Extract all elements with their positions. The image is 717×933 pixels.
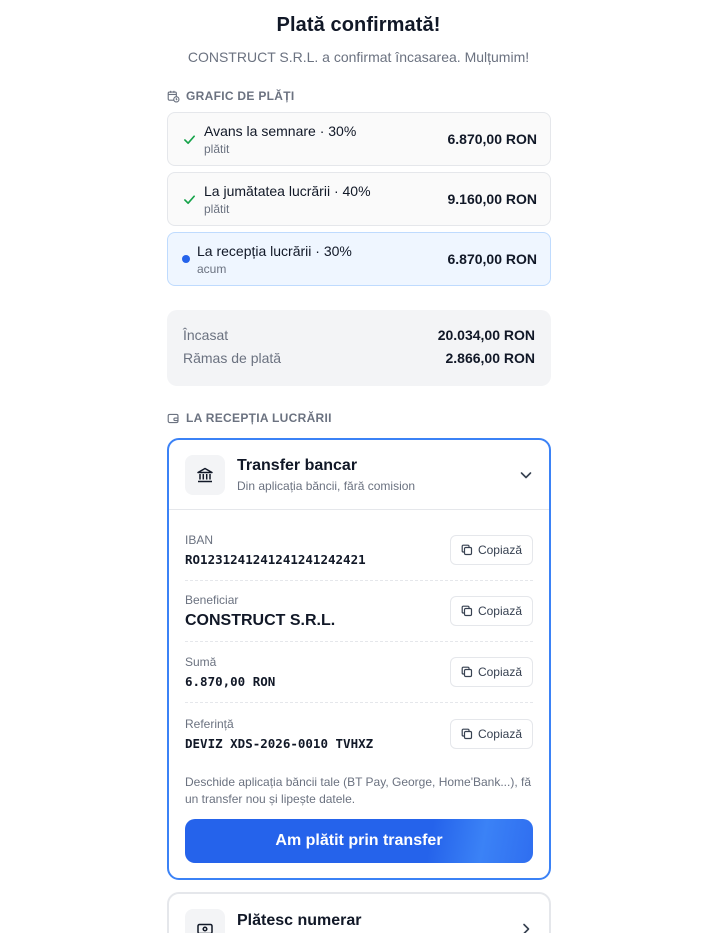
schedule-item-status: acum [197,261,227,276]
schedule-item-amount: 6.870,00 RON [447,131,538,147]
transfer-instructions: Deschide aplicația băncii tale (BT Pay, … [185,775,532,806]
schedule-item-advance: Avans la semnare · 30% plătit 6.870,00 R… [167,112,551,166]
schedule-item-status: plătit [204,141,230,156]
schedule-item-reception: La recepția lucrării · 30% acum 6.870,00… [167,232,551,286]
copy-beneficiary-button[interactable]: Copiază [449,596,533,626]
bank-transfer-card: Transfer bancar Din aplicația băncii, fă… [167,438,551,880]
remaining-value: 2.866,00 RON [445,350,536,366]
copy-iban-button[interactable]: Copiază [449,535,533,565]
copy-label: Copiază [477,543,522,557]
check-icon [181,133,197,146]
beneficiary-value: CONSTRUCT S.R.L. [185,611,336,629]
collected-label: Încasat [183,327,229,343]
amount-label: Sumă [185,655,217,669]
schedule-item-amount: 9.160,00 RON [447,191,538,207]
schedule-section-title: GRAFIC DE PLĂȚI [186,89,295,103]
copy-label: Copiază [477,726,522,741]
schedule-item-label: Avans la semnare · 30% [204,122,357,139]
cash-payment-card[interactable]: Plătesc numerar [167,892,551,933]
banknote-icon [185,909,225,933]
beneficiary-label: Beneficiar [185,592,239,607]
amount-row: Sumă 6.870,00 RON Copiază [185,642,533,703]
payment-section-title: LA RECEPȚIA LUCRĂRII [186,411,332,425]
bank-transfer-title: Transfer bancar [237,456,358,474]
paid-by-transfer-button[interactable]: Am plătit prin transfer [185,819,533,863]
reference-row: Referință DEVIZ XDS-2026-0010 TVHXZ Copi… [185,703,533,764]
copy-label: Copiază [477,604,522,618]
check-icon [181,193,197,206]
payment-section-label: LA RECEPȚIA LUCRĂRII [167,411,332,425]
reference-label: Referință [185,716,234,731]
copy-icon [461,728,473,739]
schedule-item-label: La recepția lucrării · 30% [197,242,352,259]
confirmation-header: Plată confirmată! CONSTRUCT S.R.L. a con… [0,14,717,65]
bank-details: IBAN RO1231241241241241242421 Copiază Be… [169,520,549,764]
page-subtitle: CONSTRUCT S.R.L. a confirmat încasarea. … [187,49,530,65]
copy-icon [461,666,473,678]
chevron-right-icon[interactable] [519,922,533,933]
copy-icon [461,605,473,617]
cash-payment-title: Plătesc numerar [237,912,362,929]
wallet-icon [167,413,179,423]
current-dot-icon [182,255,190,263]
payment-totals: Încasat 20.034,00 RON Rămas de plată 2.8… [167,310,551,386]
page-title: Plată confirmată! [276,14,441,36]
chevron-down-icon[interactable] [519,468,533,482]
copy-reference-button[interactable]: Copiază [449,718,533,749]
bank-transfer-subtitle: Din aplicația băncii, fără comision [237,478,416,493]
schedule-section-label: GRAFIC DE PLĂȚI [167,89,295,103]
copy-amount-button[interactable]: Copiază [449,657,533,687]
bank-icon [185,454,225,495]
cash-payment-header[interactable]: Plătesc numerar [169,894,549,933]
bank-transfer-header[interactable]: Transfer bancar Din aplicația băncii, fă… [169,440,549,510]
calendar-clock-icon [167,90,180,103]
iban-label: IBAN [185,533,214,547]
schedule-item-label: La jumătatea lucrării · 40% [204,182,371,199]
iban-row: IBAN RO1231241241241241242421 Copiază [185,520,533,581]
schedule-item-amount: 6.870,00 RON [447,251,538,267]
schedule-item-midway: La jumătatea lucrării · 40% plătit 9.160… [167,172,551,226]
iban-value: RO1231241241241241242421 [185,552,366,567]
remaining-label: Rămas de plată [183,350,282,366]
schedule-item-status: plătit [204,201,230,216]
amount-value: 6.870,00 RON [185,674,276,689]
reference-value: DEVIZ XDS-2026-0010 TVHXZ [185,735,374,751]
beneficiary-row: Beneficiar CONSTRUCT S.R.L. Copiază [185,581,533,642]
copy-label: Copiază [477,665,522,679]
collected-value: 20.034,00 RON [437,327,535,343]
copy-icon [461,544,473,556]
